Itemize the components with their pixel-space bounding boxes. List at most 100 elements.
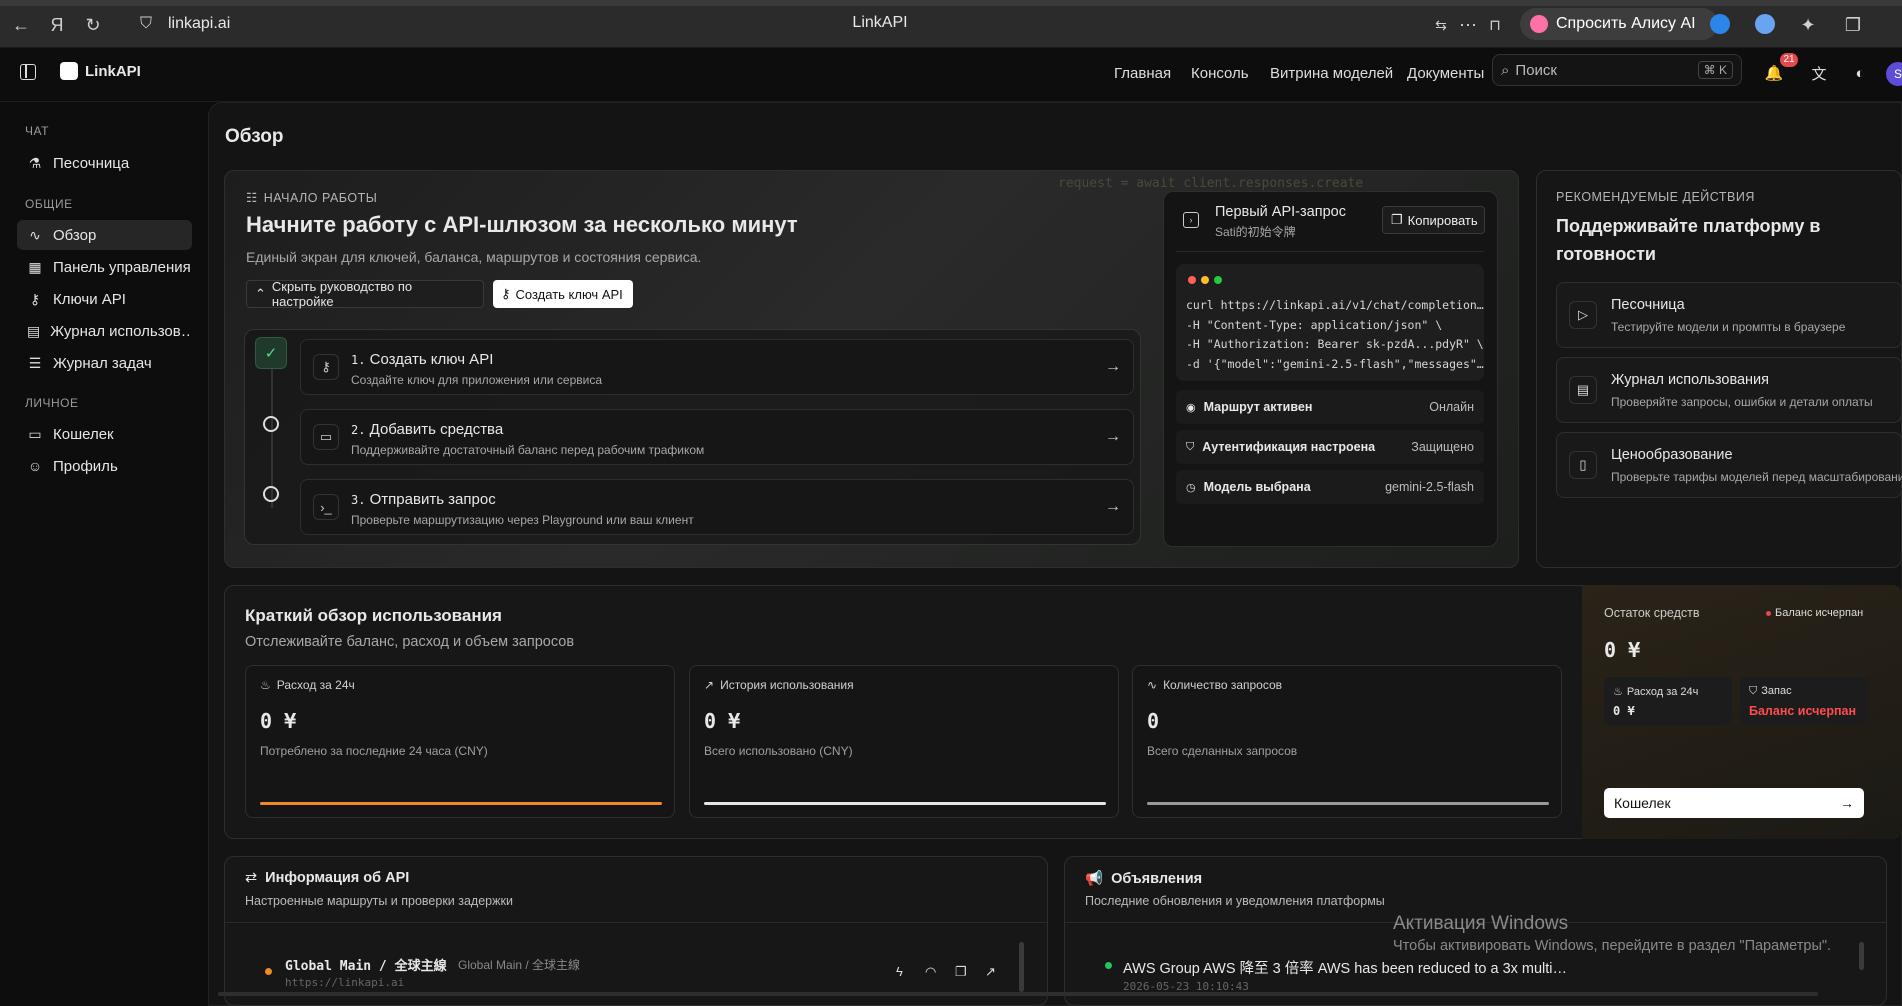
app-header: LinkAPI Главная Консоль Витрина моделей … xyxy=(0,48,1902,102)
scrollbar[interactable] xyxy=(1859,942,1864,970)
sidebar-item-label: Обзор xyxy=(53,226,97,244)
lightning-icon[interactable]: ϟ xyxy=(896,964,903,979)
copy-label: Копировать xyxy=(1407,212,1478,228)
step-title: Создать ключ API xyxy=(369,351,494,368)
window-close-dot xyxy=(1188,276,1196,284)
scrollbar[interactable] xyxy=(1019,942,1024,992)
copy-icon[interactable]: ❐ xyxy=(955,964,967,980)
hide-guide-button[interactable]: ⌃ Скрыть руководство по настройке xyxy=(246,279,484,309)
sidebar-item-usage-log[interactable]: ▤ Журнал использов… xyxy=(17,316,192,346)
tab-title: LinkAPI xyxy=(852,14,908,31)
usage-subtitle: Отслеживайте баланс, расход и объем запр… xyxy=(245,634,575,650)
sidebar-item-api-keys[interactable]: ⚷ Ключи API xyxy=(17,284,192,314)
flask-icon: ⚗ xyxy=(28,154,42,171)
collections-icon[interactable]: ❐ xyxy=(1840,12,1866,38)
rec-sandbox[interactable]: ▷ Песочница Тестируйте модели и промпты … xyxy=(1556,282,1902,348)
step-number: 3. xyxy=(351,493,366,507)
check-icon: ✓ xyxy=(255,337,287,369)
route-url: https://linkapi.ai xyxy=(285,976,405,989)
search-extension-icon[interactable] xyxy=(1755,14,1775,34)
more-icon[interactable]: ⋯ xyxy=(1455,12,1481,38)
stat-bar xyxy=(260,802,662,805)
file-icon: ▤ xyxy=(1569,376,1597,404)
sidebar-item-task-log[interactable]: ☰ Журнал задач xyxy=(17,348,192,378)
announcement-dot xyxy=(1105,962,1112,969)
url-text: linkapi.ai xyxy=(168,15,231,32)
copy-button[interactable]: ❐ Копировать xyxy=(1382,206,1485,234)
translate-page-icon[interactable]: ⇆ xyxy=(1428,12,1454,38)
stat-value: 0 ¥ xyxy=(704,709,741,733)
arrow-right-icon: → xyxy=(1105,498,1121,515)
step-3-circle-icon xyxy=(263,486,279,502)
language-icon[interactable]: 文 xyxy=(1808,62,1830,84)
shazam-extension-icon[interactable] xyxy=(1710,14,1730,34)
mini-value: 0 ¥ xyxy=(1613,704,1635,718)
sidebar-item-overview[interactable]: ∿ Обзор xyxy=(17,220,192,250)
recommended-title: Поддерживайте платформу в готовности xyxy=(1556,216,1821,264)
search-input[interactable]: ⌕ Поиск ⌘ K xyxy=(1492,54,1742,86)
flame-icon: ♨ xyxy=(260,678,271,692)
key-icon: ⚷ xyxy=(29,290,41,307)
rec-pricing[interactable]: ▯ Ценообразование Проверьте тарифы модел… xyxy=(1556,432,1902,498)
rec-desc: Тестируйте модели и промпты в браузере xyxy=(1611,320,1846,334)
api-info-title-text: Информация об API xyxy=(265,870,410,886)
browser-toolbar: ← Я ↻ ⛉ linkapi.ai LinkAPI ⇆ ⋯ ⊓ Спросит… xyxy=(0,0,1902,48)
hero-subtitle: Единый экран для ключей, баланса, маршру… xyxy=(246,249,702,265)
status-dot-icon xyxy=(1766,610,1771,616)
code-line: -H "Authorization: Bearer sk-pzdA...pdyR… xyxy=(1186,337,1484,351)
recommended-eyebrow: РЕКОМЕНДУЕМЫЕ ДЕЙСТВИЯ xyxy=(1556,190,1755,204)
first-request-title: Первый API-запрос xyxy=(1215,204,1346,220)
alice-button[interactable]: Спросить Алису AI xyxy=(1520,8,1718,40)
wallet-button[interactable]: Кошелек → xyxy=(1604,788,1864,818)
rec-usage-log[interactable]: ▤ Журнал использования Проверяйте запрос… xyxy=(1556,357,1902,423)
code-line: -H "Content-Type: application/json" \ xyxy=(1186,317,1443,332)
step-title: Отправить запрос xyxy=(369,491,496,508)
route-icon: ⇄ xyxy=(245,870,258,886)
avatar[interactable]: S xyxy=(1886,62,1902,86)
list-icon: ☰ xyxy=(28,354,42,371)
balance-status: Баланс исчерпан xyxy=(1766,607,1863,619)
reload-icon[interactable]: ↻ xyxy=(80,12,106,38)
brand-name[interactable]: LinkAPI xyxy=(85,63,141,80)
stat-value: 0 xyxy=(1147,709,1160,733)
hero-eyebrow-text: НАЧАЛО РАБОТЫ xyxy=(263,191,378,205)
notification-badge: 21 xyxy=(1780,53,1798,67)
mini-label: Запас xyxy=(1761,685,1792,697)
create-key-button[interactable]: ⚷ Создать ключ API xyxy=(493,280,633,308)
bookmark-icon[interactable]: ⊓ xyxy=(1482,12,1508,38)
sidebar-item-label: Профиль xyxy=(53,457,118,475)
search-shortcut: ⌘ K xyxy=(1697,61,1733,79)
announcement-item[interactable]: AWS Group AWS 降至 3 倍率 AWS has been reduc… xyxy=(1123,957,1567,978)
background-code: request = await client.responses.create xyxy=(1058,176,1364,191)
sidebar-item-wallet[interactable]: ▭ Кошелек xyxy=(17,419,192,449)
sidebar-item-profile[interactable]: ☺ Профиль xyxy=(17,451,192,481)
code-line: curl https://linkapi.ai/v1/chat/completi… xyxy=(1186,298,1484,312)
sidebar-section-general: ОБЩИЕ xyxy=(25,197,73,211)
balance-spend-box: ♨ Расход за 24ч 0 ¥ xyxy=(1604,677,1732,725)
step-add-funds[interactable]: ▭ 2. Добавить средства Поддерживайте дос… xyxy=(300,409,1134,465)
nav-docs[interactable]: Документы xyxy=(1407,65,1484,82)
sidebar-toggle-icon[interactable] xyxy=(20,64,36,80)
step-send-request[interactable]: ›_ 3. Отправить запрос Проверьте маршрут… xyxy=(300,479,1134,535)
gauge-icon[interactable]: ◠ xyxy=(925,964,936,980)
create-key-label: Создать ключ API xyxy=(515,286,623,302)
sidebar-item-sandbox[interactable]: ⚗ Песочница xyxy=(17,148,192,178)
back-icon[interactable]: ← xyxy=(8,12,34,38)
palette-icon[interactable]: ◐ xyxy=(1849,62,1871,84)
rec-desc: Проверьте тарифы моделей перед масштабир… xyxy=(1611,470,1902,484)
nav-home[interactable]: Главная xyxy=(1114,65,1171,82)
window-min-dot xyxy=(1201,276,1209,284)
step-create-key[interactable]: ⚷ 1. Создать ключ API Создайте ключ для … xyxy=(300,339,1134,395)
external-link-icon[interactable]: ↗ xyxy=(985,964,996,980)
nav-console[interactable]: Консоль xyxy=(1191,65,1249,82)
flame-icon: ♨ xyxy=(1613,686,1623,698)
sidebar-section-chat: ЧАТ xyxy=(25,124,49,138)
step-number: 1. xyxy=(351,353,366,367)
search-placeholder: Поиск xyxy=(1515,61,1557,79)
horizontal-scrollbar[interactable] xyxy=(218,992,1818,996)
extensions-icon[interactable]: ✦ xyxy=(1795,12,1821,38)
sidebar-item-dashboard[interactable]: ▦ Панель управления xyxy=(17,252,192,282)
rec-desc: Проверяйте запросы, ошибки и детали опла… xyxy=(1611,395,1873,409)
nav-models[interactable]: Витрина моделей xyxy=(1270,65,1393,82)
yandex-icon[interactable]: Я xyxy=(44,12,70,38)
